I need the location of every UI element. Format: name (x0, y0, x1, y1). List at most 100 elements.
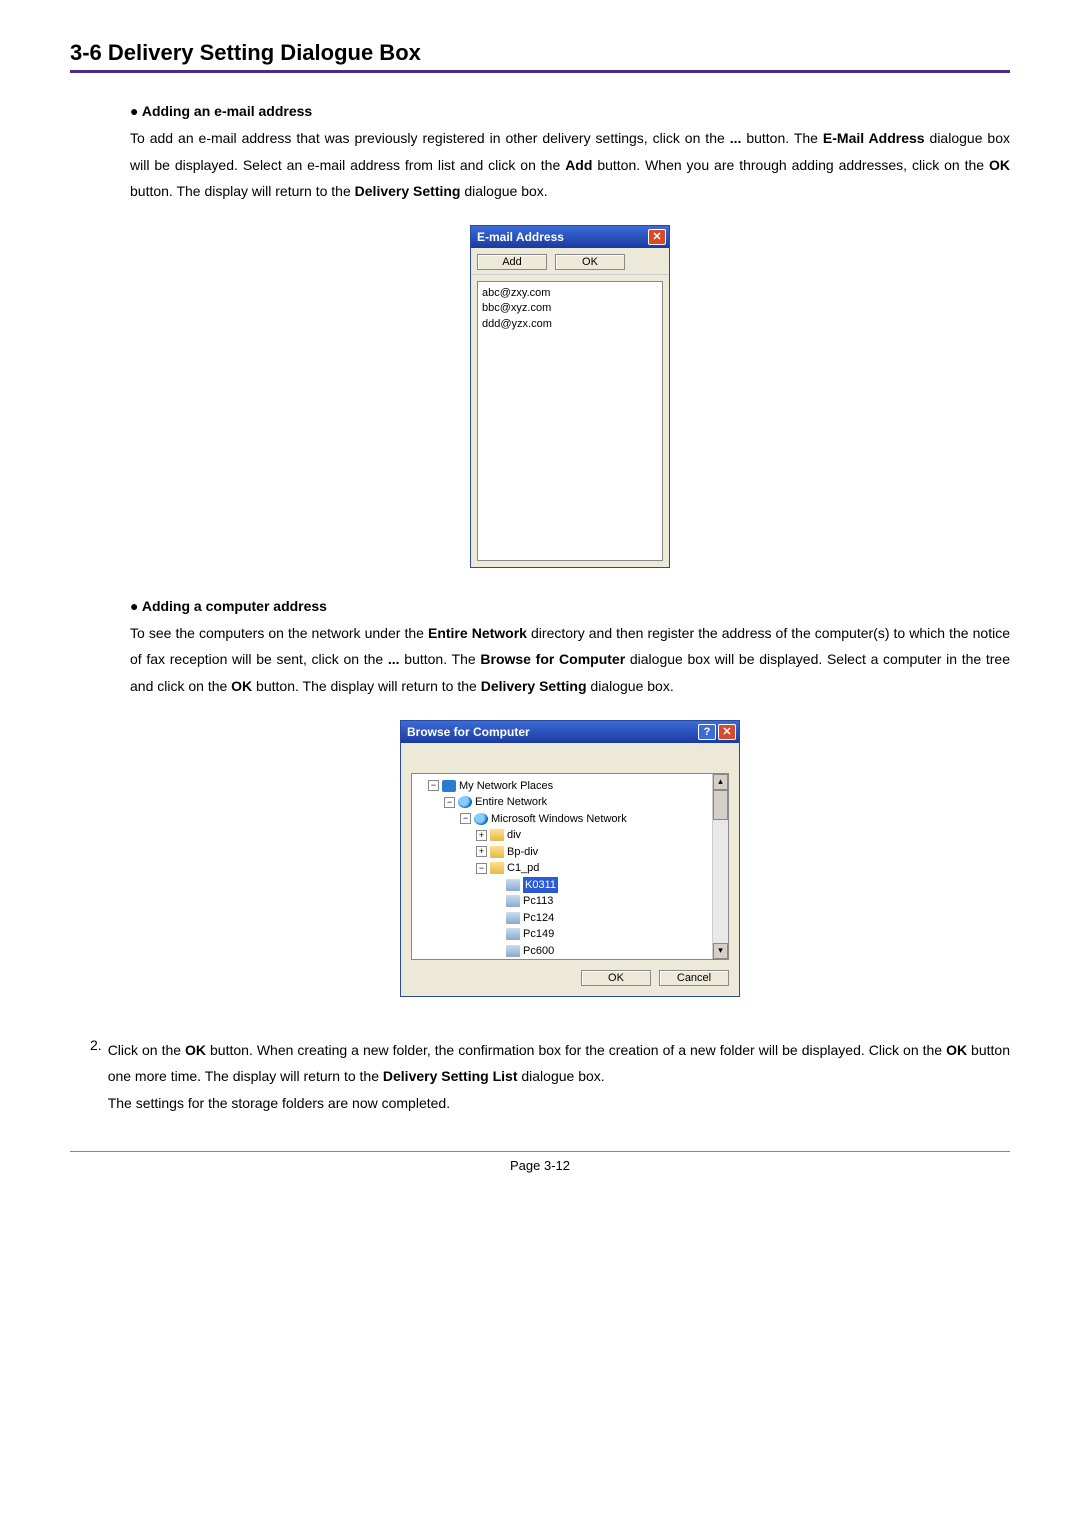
tree-row[interactable]: + Bp-div (414, 844, 710, 861)
close-icon[interactable]: ✕ (648, 229, 666, 245)
tree-label: My Network Places (459, 778, 553, 795)
folder-icon (490, 846, 504, 858)
tree-label: Pc124 (523, 910, 554, 927)
tree-row[interactable]: + div (414, 827, 710, 844)
globe-icon (474, 813, 488, 825)
dialog-title: Browse for Computer (407, 725, 530, 739)
add-button[interactable]: Add (477, 254, 547, 270)
tree-container: −My Network Places −Entire Network −Micr… (411, 773, 729, 960)
bold: OK (185, 1042, 206, 1058)
close-icon[interactable]: ✕ (718, 724, 736, 740)
ok-button[interactable]: OK (555, 254, 625, 270)
scrollbar[interactable]: ▴ ▾ (712, 774, 728, 959)
bold: Add (565, 157, 592, 173)
email-address-dialog: E-mail Address ✕ Add OK abc@zxy.com bbc@… (470, 225, 670, 568)
text: dialogue box. (587, 678, 674, 694)
dialog-titlebar: Browse for Computer ? ✕ (401, 721, 739, 743)
dialog-titlebar: E-mail Address ✕ (471, 226, 669, 248)
computer-tree[interactable]: −My Network Places −Entire Network −Micr… (412, 774, 712, 959)
folder-icon (490, 862, 504, 874)
text: button. When creating a new folder, the … (206, 1042, 946, 1058)
scroll-down-icon[interactable]: ▾ (713, 943, 728, 959)
scroll-thumb[interactable] (713, 790, 728, 820)
bold: ... (730, 130, 742, 146)
tree-row[interactable]: − My Network Places (414, 778, 710, 795)
email-listbox[interactable]: abc@zxy.com bbc@xyz.com ddd@yzx.com (477, 281, 663, 561)
text: The settings for the storage folders are… (108, 1095, 450, 1111)
text: button. The (741, 130, 823, 146)
section-title: 3-6 Delivery Setting Dialogue Box (70, 40, 1010, 73)
tree-label: Microsoft Windows Network (491, 811, 627, 828)
dialog-toolbar: Add OK (471, 248, 669, 275)
tree-label: C1_pd (507, 860, 539, 877)
collapse-icon[interactable]: − (476, 863, 487, 874)
bold: OK (231, 678, 252, 694)
tree-row[interactable]: − C1_pd (414, 860, 710, 877)
text: button. The display will return to the (252, 678, 481, 694)
network-icon (442, 780, 456, 792)
collapse-icon[interactable]: − (460, 813, 471, 824)
expand-icon[interactable]: + (476, 846, 487, 857)
email-heading: Adding an e-mail address (130, 103, 1010, 119)
tree-row[interactable]: Pc149 (414, 926, 710, 943)
folder-icon (490, 829, 504, 841)
tree-label: Pc149 (523, 926, 554, 943)
text: To see the computers on the network unde… (130, 625, 428, 641)
bold: Delivery Setting List (383, 1068, 518, 1084)
bold: E-Mail Address (823, 130, 925, 146)
computer-icon (506, 945, 520, 957)
tree-label: Pc600 (523, 943, 554, 959)
browse-computer-dialog: Browse for Computer ? ✕ −My Network Plac… (400, 720, 740, 997)
tree-row[interactable]: − Microsoft Windows Network (414, 811, 710, 828)
cancel-button[interactable]: Cancel (659, 970, 729, 986)
bold: Delivery Setting (481, 678, 587, 694)
tree-label: Pc113 (523, 893, 553, 910)
computer-paragraph: To see the computers on the network unde… (130, 620, 1010, 700)
text: button. The (400, 651, 481, 667)
bold: OK (946, 1042, 967, 1058)
tree-label: Entire Network (475, 794, 547, 811)
text: Click on the (108, 1042, 185, 1058)
text: dialogue box. (460, 183, 547, 199)
collapse-icon[interactable]: − (444, 797, 455, 808)
tree-label-selected: K0311 (523, 877, 558, 894)
bold: Entire Network (428, 625, 527, 641)
computer-icon (506, 895, 520, 907)
step-2: 2. Click on the OK button. When creating… (70, 1037, 1010, 1117)
ok-button[interactable]: OK (581, 970, 651, 986)
collapse-icon[interactable]: − (428, 780, 439, 791)
tree-row[interactable]: K0311 (414, 877, 710, 894)
list-item[interactable]: abc@zxy.com (482, 286, 658, 301)
page-footer: Page 3-12 (70, 1151, 1010, 1173)
tree-label: Bp-div (507, 844, 538, 861)
tree-row[interactable]: − Entire Network (414, 794, 710, 811)
text: button. The display will return to the (130, 183, 355, 199)
scroll-track[interactable] (713, 820, 728, 943)
expand-icon[interactable]: + (476, 830, 487, 841)
tree-label: div (507, 827, 521, 844)
bold: OK (989, 157, 1010, 173)
list-item[interactable]: bbc@xyz.com (482, 301, 658, 316)
help-icon[interactable]: ? (698, 724, 716, 740)
content-area: Adding an e-mail address To add an e-mai… (70, 103, 1010, 997)
tree-row[interactable]: Pc113 (414, 893, 710, 910)
computer-icon (506, 928, 520, 940)
computer-icon (506, 912, 520, 924)
globe-icon (458, 796, 472, 808)
computer-heading: Adding a computer address (130, 598, 1010, 614)
step-number: 2. (90, 1037, 102, 1117)
scroll-up-icon[interactable]: ▴ (713, 774, 728, 790)
bold: Browse for Computer (480, 651, 625, 667)
tree-row[interactable]: Pc600 (414, 943, 710, 959)
list-item[interactable]: ddd@yzx.com (482, 317, 658, 332)
tree-row[interactable]: Pc124 (414, 910, 710, 927)
email-paragraph: To add an e-mail address that was previo… (130, 125, 1010, 205)
bold: Delivery Setting (355, 183, 461, 199)
bold: ... (388, 651, 400, 667)
step-text: Click on the OK button. When creating a … (108, 1037, 1010, 1117)
text: button. When you are through adding addr… (592, 157, 989, 173)
computer-icon (506, 879, 520, 891)
text: To add an e-mail address that was previo… (130, 130, 730, 146)
text: dialogue box. (517, 1068, 604, 1084)
dialog-title: E-mail Address (477, 230, 564, 244)
